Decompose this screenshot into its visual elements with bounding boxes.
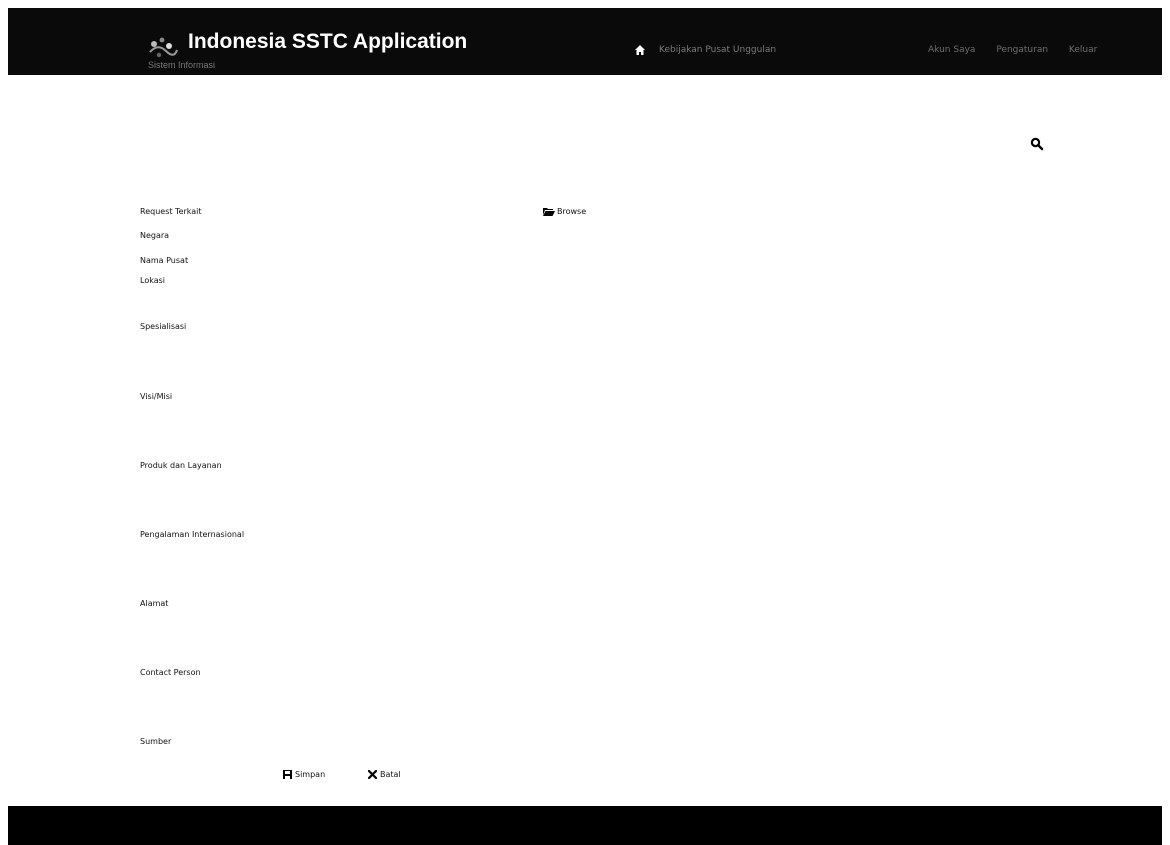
home-icon <box>635 45 645 55</box>
browse-label: Browse <box>557 207 587 216</box>
save-label: Simpan <box>295 770 326 779</box>
label-pengalaman-internasional: Pengalaman Internasional <box>140 530 245 539</box>
label-produk-dan-layanan: Produk dan Layanan <box>140 461 222 470</box>
save-button[interactable]: Simpan <box>283 770 325 779</box>
close-icon <box>367 769 378 780</box>
label-alamat: Alamat <box>140 599 169 608</box>
top-navbar: Indonesia SSTC Application Sistem Inform… <box>8 8 1162 75</box>
label-visi-misi: Visi/Misi <box>140 392 173 401</box>
settings-link[interactable]: Pengaturan <box>996 45 1048 55</box>
user-links: Akun Saya Pengaturan Keluar <box>928 45 1115 55</box>
save-icon <box>283 770 292 779</box>
search-icon[interactable] <box>1030 137 1044 151</box>
folder-open-icon <box>543 208 555 216</box>
logout-link[interactable]: Keluar <box>1069 45 1097 55</box>
footer-bar <box>8 806 1162 845</box>
home-link[interactable]: Kebijakan Pusat Unggulan <box>635 45 776 55</box>
app-subtitle: Sistem Informasi <box>148 60 216 70</box>
app-title: Indonesia SSTC Application <box>188 30 468 53</box>
browse-button[interactable]: Browse <box>543 207 586 216</box>
label-nama-pusat: Nama Pusat <box>140 256 189 265</box>
label-request-terkait: Request Terkait <box>140 207 202 216</box>
label-negara: Negara <box>140 231 170 240</box>
label-sumber: Sumber <box>140 737 172 746</box>
home-link-label: Kebijakan Pusat Unggulan <box>659 45 777 55</box>
label-contact-person: Contact Person <box>140 668 201 677</box>
label-spesialisasi: Spesialisasi <box>140 322 187 331</box>
account-link[interactable]: Akun Saya <box>928 45 975 55</box>
cancel-label: Batal <box>380 770 401 779</box>
cancel-button[interactable]: Batal <box>367 769 401 780</box>
label-lokasi: Lokasi <box>140 276 165 285</box>
